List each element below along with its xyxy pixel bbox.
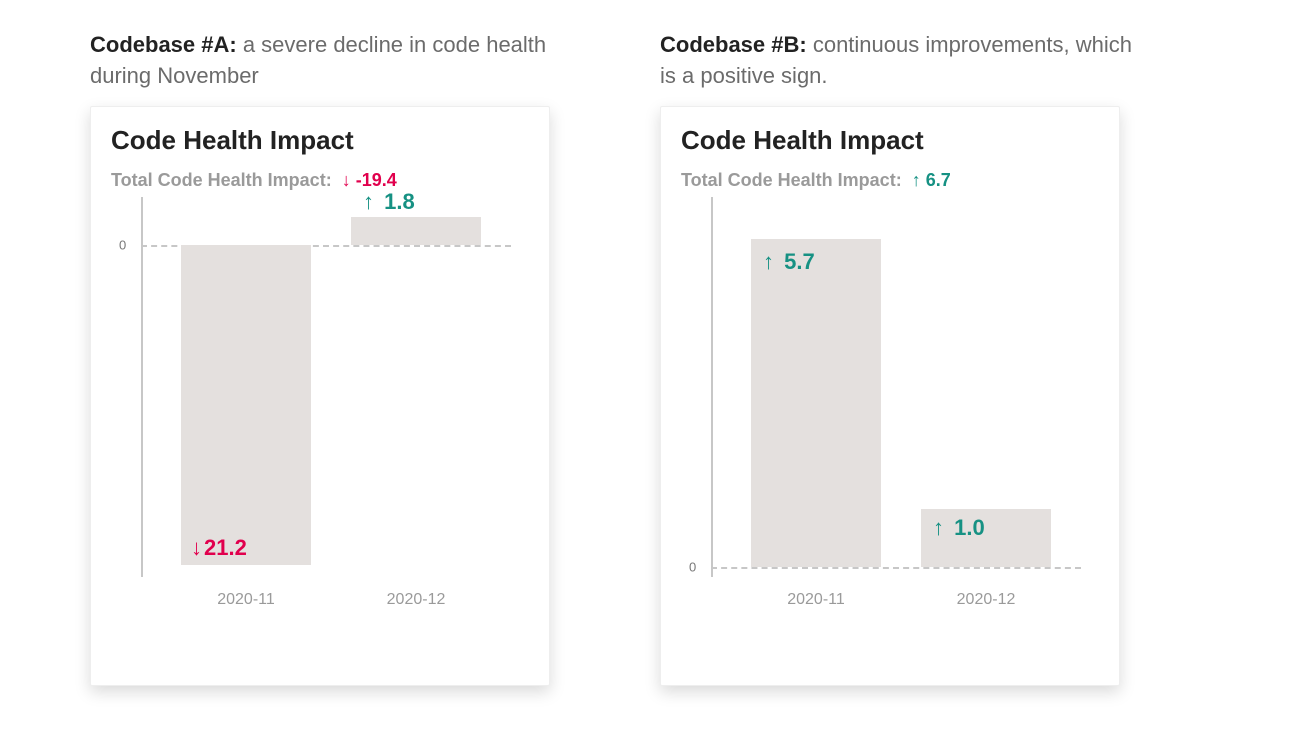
panel-a-total-number: -19.4 bbox=[356, 170, 397, 190]
arrow-up-icon: ↑ bbox=[763, 249, 774, 275]
arrow-up-icon: ↑ bbox=[912, 170, 921, 191]
arrow-down-icon: ↓ bbox=[191, 535, 202, 561]
panel-b-caption-label: Codebase #B: bbox=[660, 32, 807, 57]
arrow-up-icon: ↑ bbox=[363, 189, 374, 215]
zero-line bbox=[711, 567, 1081, 569]
bar-2020-12-label: ↑ 1.8 bbox=[363, 189, 415, 215]
panel-b-card: Code Health Impact Total Code Health Imp… bbox=[660, 106, 1120, 686]
x-tick-2020-11: 2020-11 bbox=[181, 591, 311, 609]
panel-a-total-label: Total Code Health Impact: bbox=[111, 170, 332, 191]
panel-b-total-number: 6.7 bbox=[926, 170, 951, 190]
panel-a-caption-label: Codebase #A: bbox=[90, 32, 237, 57]
panel-a-chart: 0 ↓21.2 2020-11 ↑ 1.8 2020-12 bbox=[111, 197, 521, 627]
bar-2020-12-label: ↑ 1.0 bbox=[933, 515, 985, 541]
panel-b: Codebase #B: continuous improvements, wh… bbox=[660, 30, 1150, 686]
zero-tick-label: 0 bbox=[119, 237, 126, 252]
panel-b-total-label: Total Code Health Impact: bbox=[681, 170, 902, 191]
panel-b-total: Total Code Health Impact: ↑ 6.7 bbox=[681, 170, 1099, 191]
panel-a-total: Total Code Health Impact: ↓ -19.4 bbox=[111, 170, 529, 191]
x-tick-2020-12: 2020-12 bbox=[921, 591, 1051, 609]
bar-2020-11-value: 5.7 bbox=[784, 249, 815, 275]
bar-2020-11-label: ↑ 5.7 bbox=[763, 249, 815, 275]
charts-row: Codebase #A: a severe decline in code he… bbox=[90, 30, 1200, 686]
bar-2020-11 bbox=[751, 239, 881, 567]
y-axis bbox=[141, 197, 143, 577]
y-axis bbox=[711, 197, 713, 577]
x-tick-2020-11: 2020-11 bbox=[751, 591, 881, 609]
panel-b-chart: 0 ↑ 5.7 2020-11 ↑ 1.0 2020-12 bbox=[681, 197, 1091, 627]
bar-2020-12-value: 1.0 bbox=[954, 515, 985, 541]
panel-a-caption: Codebase #A: a severe decline in code he… bbox=[90, 30, 580, 92]
bar-2020-12 bbox=[351, 217, 481, 245]
panel-a-title: Code Health Impact bbox=[111, 125, 529, 156]
panel-a: Codebase #A: a severe decline in code he… bbox=[90, 30, 580, 686]
bar-2020-11-label: ↓21.2 bbox=[191, 535, 247, 561]
panel-b-total-value: ↑ 6.7 bbox=[912, 170, 951, 191]
panel-b-title: Code Health Impact bbox=[681, 125, 1099, 156]
arrow-down-icon: ↓ bbox=[342, 170, 351, 191]
bar-2020-11 bbox=[181, 245, 311, 565]
panel-a-total-value: ↓ -19.4 bbox=[342, 170, 397, 191]
x-tick-2020-12: 2020-12 bbox=[351, 591, 481, 609]
panel-b-caption: Codebase #B: continuous improvements, wh… bbox=[660, 30, 1150, 92]
zero-tick-label: 0 bbox=[689, 559, 696, 574]
bar-2020-11-value: 21.2 bbox=[204, 535, 247, 561]
panel-a-card: Code Health Impact Total Code Health Imp… bbox=[90, 106, 550, 686]
arrow-up-icon: ↑ bbox=[933, 515, 944, 541]
bar-2020-12-value: 1.8 bbox=[384, 189, 415, 215]
